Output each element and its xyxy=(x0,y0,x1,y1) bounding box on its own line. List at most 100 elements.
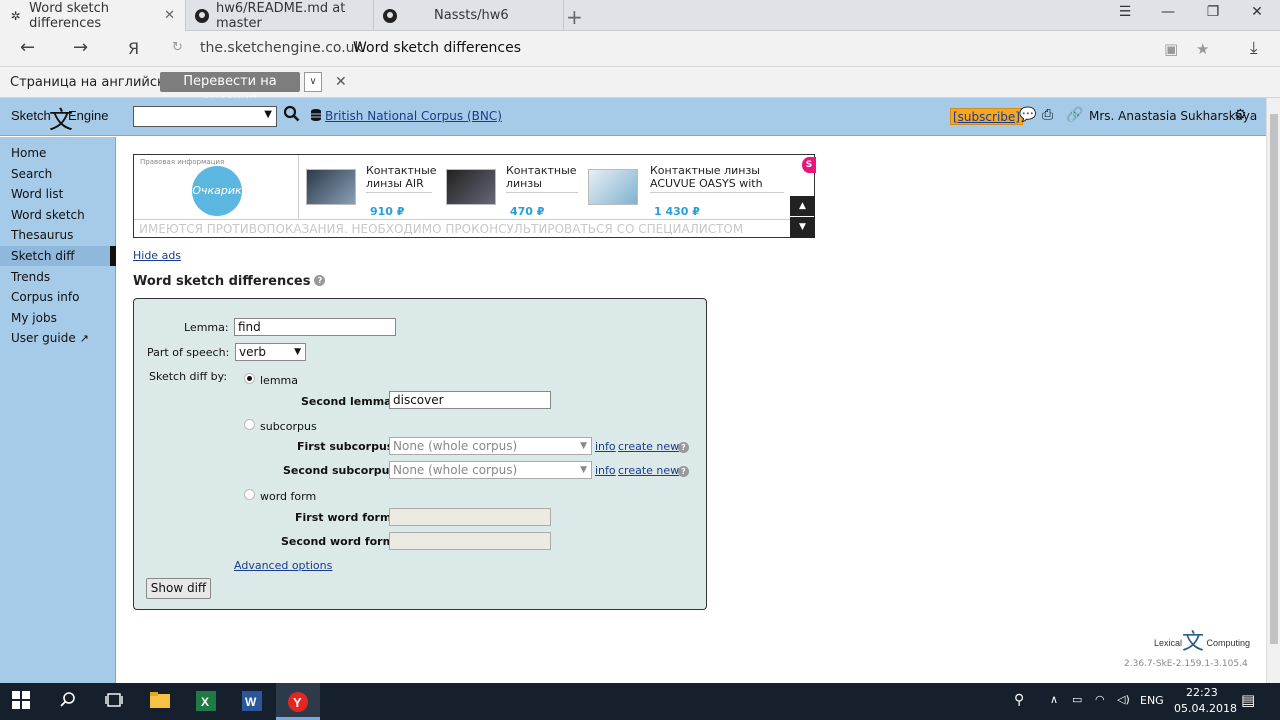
sidebar-item-sketch-diff[interactable]: Sketch diff xyxy=(11,249,74,263)
corpus-link[interactable]: British National Corpus (BNC) xyxy=(325,109,502,123)
user-name[interactable]: Mrs. Anastasia Sukharskaya xyxy=(1089,109,1257,123)
volume-icon[interactable]: ◁) xyxy=(1117,693,1130,706)
search-input[interactable]: ▼ xyxy=(133,106,277,127)
advanced-options-link[interactable]: Advanced options xyxy=(234,559,332,572)
radio-word-form-label[interactable]: word form xyxy=(260,490,316,503)
lemma-input[interactable]: find xyxy=(234,318,396,336)
ad-banner[interactable]: Правовая информация Очкарик Контактные л… xyxy=(133,154,816,238)
search-icon[interactable] xyxy=(57,691,79,713)
product-image[interactable] xyxy=(306,169,356,205)
clock-time[interactable]: 22:23 xyxy=(1186,686,1218,699)
svg-text:W: W xyxy=(245,695,257,709)
radio-word-form[interactable] xyxy=(244,489,255,500)
sidebar-item-home[interactable]: Home xyxy=(11,146,46,160)
radio-lemma[interactable] xyxy=(244,373,255,384)
product-image[interactable] xyxy=(446,169,496,205)
pos-select[interactable]: verb ▼ xyxy=(235,343,306,361)
new-tab-icon[interactable]: + xyxy=(566,5,583,29)
close-window-icon[interactable]: ✕ xyxy=(1247,4,1267,20)
yandex-icon[interactable]: Я xyxy=(128,39,139,58)
sidebar-active-marker xyxy=(110,246,116,266)
hide-ads-link[interactable]: Hide ads xyxy=(133,249,181,262)
chevron-up-icon[interactable]: ∧ xyxy=(1050,693,1058,706)
task-view-icon[interactable] xyxy=(103,691,125,713)
sidebar-item-user-guide[interactable]: User guide ↗ xyxy=(11,331,89,345)
translate-button[interactable]: Перевести на русский xyxy=(160,72,300,109)
back-arrow-icon[interactable]: ← xyxy=(20,37,35,58)
excel-icon[interactable]: X xyxy=(195,691,217,713)
ad-logo[interactable]: Очкарик xyxy=(192,166,242,216)
sidebar-item-word-sketch[interactable]: Word sketch xyxy=(11,208,85,222)
lock-icon[interactable]: ▣ xyxy=(1164,40,1178,58)
scroll-up-icon[interactable]: ▲ xyxy=(790,196,815,216)
url-domain[interactable]: the.sketchengine.co.uk xyxy=(200,40,363,56)
people-icon[interactable]: ⚲ xyxy=(1014,692,1024,708)
windows-start-icon[interactable] xyxy=(10,691,32,713)
gear-icon[interactable]: ⚙ xyxy=(1234,107,1247,123)
forward-arrow-icon[interactable]: → xyxy=(73,37,88,58)
tab-title: Word sketch differences xyxy=(29,0,110,31)
tab-word-sketch-differences[interactable]: ✲ Word sketch differences ✕ xyxy=(0,0,186,31)
download-icon[interactable]: ⤓ xyxy=(1250,38,1258,58)
clock-date[interactable]: 05.04.2018 xyxy=(1174,702,1237,715)
word-icon[interactable]: W xyxy=(241,691,263,713)
product-image[interactable] xyxy=(588,169,638,205)
sketch-engine-logo[interactable]: Sketch 文 Engine xyxy=(11,107,108,134)
second-word-form-input[interactable] xyxy=(389,532,551,550)
menu-icon[interactable]: ☰ xyxy=(1115,4,1135,20)
radio-subcorpus[interactable] xyxy=(244,419,255,430)
network-icon[interactable]: ◠ xyxy=(1095,693,1105,706)
chevron-down-icon[interactable]: ∨ xyxy=(304,72,322,92)
first-word-form-input[interactable] xyxy=(389,508,551,526)
ad-product-name[interactable]: Контактные линзы xyxy=(506,164,578,193)
feedback-icon[interactable]: 💬 xyxy=(1019,107,1036,123)
sketch-diff-form: Lemma: find Part of speech: verb ▼ Sketc… xyxy=(133,298,707,610)
sidebar-item-corpus-info[interactable]: Corpus info xyxy=(11,290,79,304)
second-subcorpus-info-link[interactable]: info xyxy=(595,464,616,477)
first-subcorpus-create-link[interactable]: create new xyxy=(618,440,679,453)
print-icon[interactable]: ⎙ xyxy=(1042,107,1053,123)
sidebar-item-word-list[interactable]: Word list xyxy=(11,187,63,201)
dropdown-arrow-icon[interactable]: ▼ xyxy=(264,109,272,120)
minimize-icon[interactable]: — xyxy=(1158,4,1178,20)
second-lemma-input[interactable]: discover xyxy=(389,391,551,409)
help-icon[interactable]: ? xyxy=(678,442,689,453)
tab-readme[interactable]: hw6/README.md at master xyxy=(186,0,374,31)
sidebar-item-search[interactable]: Search xyxy=(11,167,52,181)
sidebar-item-trends[interactable]: Trends xyxy=(11,270,50,284)
help-icon[interactable]: ? xyxy=(678,466,689,477)
ad-product-name[interactable]: Контактные линзы ACUVUE OASYS with xyxy=(650,164,784,193)
radio-subcorpus-label[interactable]: subcorpus xyxy=(260,420,317,433)
sidebar-item-my-jobs[interactable]: My jobs xyxy=(11,311,57,325)
bookmark-star-icon[interactable]: ★ xyxy=(1196,40,1209,58)
yandex-browser-icon[interactable]: Y xyxy=(287,691,309,713)
scroll-down-icon[interactable]: ▼ xyxy=(790,217,815,238)
show-diff-button[interactable]: Show diff xyxy=(146,578,211,599)
file-explorer-icon[interactable] xyxy=(149,691,171,713)
language-indicator[interactable]: ENG xyxy=(1140,694,1164,707)
windows-taskbar: X W Y ⚲ ∧ ▭ ◠ ◁) ENG 22:23 05.04.2018 ▤ xyxy=(0,683,1280,720)
close-icon[interactable]: ✕ xyxy=(335,74,347,90)
close-tab-icon[interactable]: ✕ xyxy=(164,8,175,23)
ad-badge[interactable]: S xyxy=(802,157,816,173)
external-link-icon: ↗ xyxy=(79,332,89,345)
first-subcorpus-select[interactable]: None (whole corpus) ▼ xyxy=(389,437,592,455)
url-page-title[interactable]: Word sketch differences xyxy=(353,40,521,56)
scrollbar-thumb[interactable] xyxy=(1270,114,1278,644)
restore-icon[interactable]: ❐ xyxy=(1203,4,1223,20)
tab-nassts-hw6[interactable]: Nassts/hw6 xyxy=(374,0,564,31)
refresh-icon[interactable]: ↻ xyxy=(172,40,183,55)
first-subcorpus-info-link[interactable]: info xyxy=(595,440,616,453)
second-subcorpus-select[interactable]: None (whole corpus) ▼ xyxy=(389,461,592,479)
help-icon[interactable]: ? xyxy=(314,275,326,286)
subscribe-link[interactable]: [subscribe] xyxy=(950,108,1023,125)
second-subcorpus-create-link[interactable]: create new xyxy=(618,464,679,477)
radio-lemma-label[interactable]: lemma xyxy=(260,374,298,387)
search-icon[interactable] xyxy=(283,105,300,127)
ad-product-name[interactable]: Контактные линзы AIR xyxy=(366,164,437,193)
battery-icon[interactable]: ▭ xyxy=(1072,693,1082,706)
page-scrollbar[interactable] xyxy=(1266,98,1280,683)
link-icon[interactable]: 🔗 xyxy=(1066,107,1083,123)
notifications-icon[interactable]: ▤ xyxy=(1241,691,1255,709)
sidebar-item-thesaurus[interactable]: Thesaurus xyxy=(11,228,73,242)
